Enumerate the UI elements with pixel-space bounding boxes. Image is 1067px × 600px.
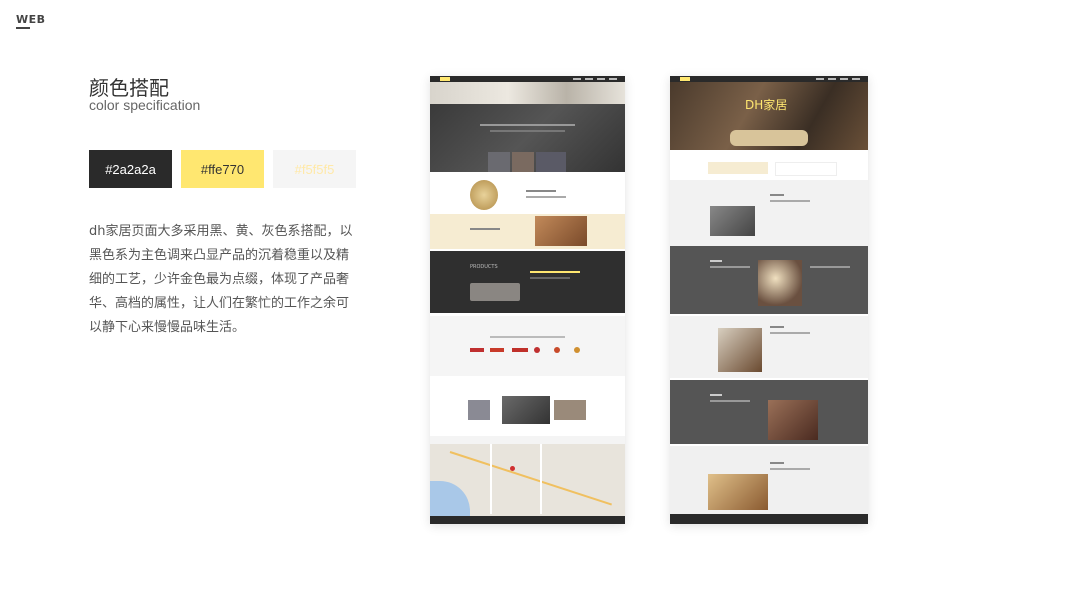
swatch-light: #f5f5f5 — [273, 150, 356, 188]
partners-section — [430, 316, 625, 376]
swatch-yellow: #ffe770 — [181, 150, 264, 188]
craft-image — [535, 216, 587, 246]
swatch-yellow-label: #ffe770 — [200, 161, 245, 177]
case-row-3 — [670, 316, 868, 378]
website-screenshot-about: PRODUCTS — [430, 76, 625, 524]
partner-logo-5 — [554, 347, 560, 353]
intro-thumb-2 — [512, 152, 534, 172]
hero-sofa-banner — [430, 82, 625, 104]
partner-logo-2 — [490, 348, 504, 352]
gold-ornament-image — [470, 180, 498, 210]
partner-logo-3 — [512, 348, 528, 352]
website-screenshot-cases: DH家居 — [670, 76, 868, 524]
case-image-3 — [554, 400, 586, 420]
ornament-section — [430, 176, 625, 213]
web-label-underline — [16, 27, 30, 29]
site-logo — [440, 77, 450, 81]
intro-thumb-3 — [536, 152, 566, 172]
partner-logo-4 — [534, 347, 540, 353]
web-label: WEB — [16, 13, 46, 26]
beige-feature-section — [430, 214, 625, 249]
partner-logo-6 — [574, 347, 580, 353]
case-row-5 — [670, 446, 868, 514]
intro-dark-section — [430, 104, 625, 172]
site-nav-items — [573, 78, 617, 80]
site-footer — [430, 516, 625, 524]
swatch-dark-label: #2a2a2a — [105, 161, 156, 177]
case-row-4 — [670, 380, 868, 444]
hero-sofa-image — [730, 130, 808, 146]
site-nav-items-2 — [816, 78, 860, 80]
case-image-1 — [468, 400, 490, 420]
swatch-dark: #2a2a2a — [89, 150, 172, 188]
section-subtitle: color specification — [89, 97, 201, 113]
description-text: dh家居页面大多采用黑、黄、灰色系搭配，以黑色系为主色调来凸显产品的沉着稳重以及… — [89, 224, 353, 335]
category-tabs-section — [670, 152, 868, 180]
site-footer-2 — [670, 514, 868, 524]
products-heading: PRODUCTS — [470, 264, 498, 270]
case-row-2 — [670, 246, 868, 314]
hero-interior-collage: DH家居 — [670, 82, 868, 150]
product-sofa-image — [470, 283, 520, 301]
map-river — [430, 481, 470, 516]
hero-title: DH家居 — [745, 98, 788, 112]
intro-thumb-1 — [488, 152, 510, 172]
swatch-light-label: #f5f5f5 — [294, 161, 335, 177]
tab-case-2 — [775, 162, 837, 176]
products-dark-section: PRODUCTS — [430, 251, 625, 313]
tab-case-1 — [708, 162, 768, 174]
location-map — [430, 436, 625, 516]
cases-section — [430, 378, 625, 434]
map-pin-icon — [510, 466, 515, 471]
case-row-1 — [670, 180, 868, 246]
partner-logo-1 — [470, 348, 484, 352]
site-logo-2 — [680, 77, 690, 81]
case-image-2 — [502, 396, 550, 424]
